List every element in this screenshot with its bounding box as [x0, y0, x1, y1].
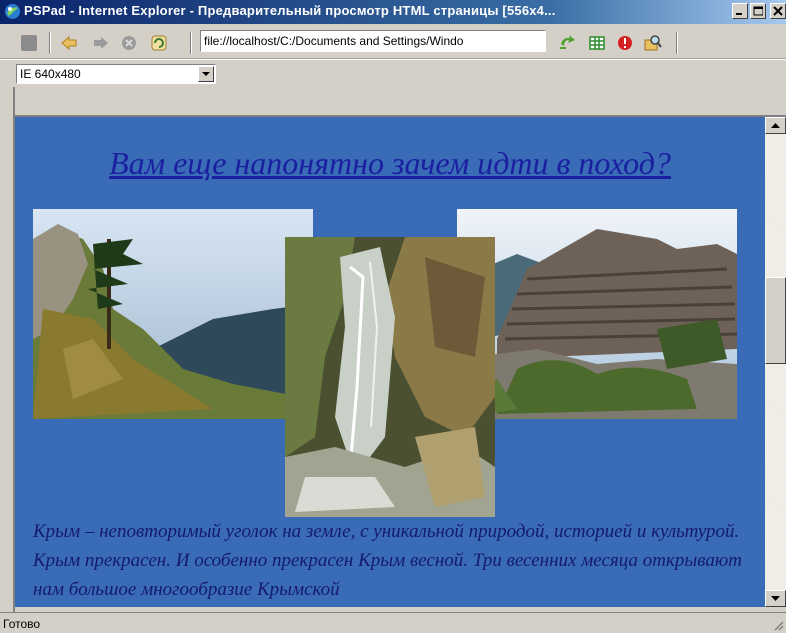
scroll-thumb[interactable] [765, 277, 786, 364]
dropdown-button[interactable] [198, 66, 214, 82]
scroll-up-button[interactable] [765, 117, 786, 134]
resize-grip-icon[interactable] [772, 619, 784, 631]
stop-icon[interactable] [120, 34, 138, 52]
table-icon[interactable] [588, 34, 606, 52]
close-button[interactable] [770, 3, 786, 19]
intro-paragraph: Крым – неповторимый уголок на земле, с у… [33, 521, 742, 600]
waterfall-photo [285, 237, 495, 517]
vertical-scrollbar[interactable] [765, 117, 786, 607]
pine-cliff-photo [33, 209, 313, 419]
page-heading[interactable]: Вам еще напонятно зачем идти в поход? [15, 145, 765, 182]
refresh-icon[interactable] [150, 34, 168, 52]
toolbar-separator [49, 32, 51, 54]
maximize-button[interactable] [750, 3, 766, 19]
error-icon[interactable] [616, 34, 634, 52]
toolbar-separator [676, 32, 678, 54]
maximize-icon [753, 6, 763, 16]
minimize-icon [736, 13, 742, 15]
scroll-down-button[interactable] [765, 590, 786, 607]
chevron-up-icon [771, 123, 780, 128]
toolbar-separator [190, 32, 192, 54]
resolution-select-value: IE 640x480 [20, 67, 81, 81]
status-bar: Готово [0, 612, 786, 633]
back-arrow-icon[interactable] [60, 34, 78, 52]
title-bar: PSPad - Internet Explorer - Предваритель… [0, 0, 786, 24]
toolbar: file://localhost/C:/Documents and Settin… [0, 24, 786, 59]
rock-layers-photo [457, 209, 737, 419]
app-icon [5, 4, 20, 19]
page-heading-link[interactable]: Вам еще напонятно зачем идти в поход? [109, 145, 671, 181]
search-icon[interactable] [644, 34, 662, 52]
resolution-bar: IE 640x480 [0, 59, 786, 88]
go-icon[interactable] [558, 34, 576, 52]
minimize-button[interactable] [732, 3, 748, 19]
status-text: Готово [3, 617, 41, 631]
preview-viewport: Вам еще напонятно зачем идти в поход? Кр… [15, 117, 765, 607]
chevron-down-icon [771, 596, 780, 601]
chevron-down-icon [202, 72, 210, 76]
forward-arrow-icon[interactable] [92, 34, 110, 52]
close-icon [773, 6, 783, 16]
address-input[interactable]: file://localhost/C:/Documents and Settin… [200, 30, 546, 52]
window-title: PSPad - Internet Explorer - Предваритель… [24, 3, 556, 18]
stop-square-icon[interactable] [20, 34, 38, 52]
resolution-select[interactable]: IE 640x480 [16, 64, 216, 84]
